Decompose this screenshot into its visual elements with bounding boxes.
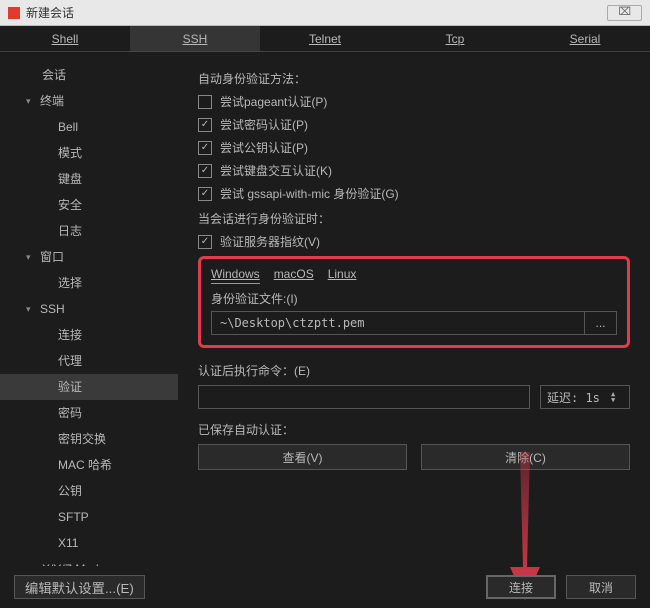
sidebar-item-machash[interactable]: MAC 哈希 [0, 452, 178, 478]
window-title: 新建会话 [26, 4, 607, 21]
check-keyboard[interactable]: ✓ 尝试键盘交互认证(K) [198, 162, 630, 179]
content-pane: 自动身份验证方法： 尝试pageant认证(P) ✓ 尝试密码认证(P) ✓ 尝… [178, 52, 650, 566]
tab-telnet[interactable]: Telnet [260, 26, 390, 51]
app-icon [8, 7, 20, 19]
edit-defaults-button[interactable]: 编辑默认设置...(E) [14, 575, 145, 599]
sidebar-item-mode[interactable]: 模式 [0, 140, 178, 166]
sidebar-item-auth[interactable]: 验证 [0, 374, 178, 400]
post-cmd-input[interactable] [198, 385, 530, 409]
checkbox-checked-icon: ✓ [198, 235, 212, 249]
sidebar-item-select[interactable]: 选择 [0, 270, 178, 296]
identity-file-input[interactable] [211, 311, 585, 335]
clear-button[interactable]: 清除(C) [421, 444, 630, 470]
tab-ssh[interactable]: SSH [130, 26, 260, 51]
check-password[interactable]: ✓ 尝试密码认证(P) [198, 116, 630, 133]
checkbox-checked-icon: ✓ [198, 118, 212, 132]
os-tabs: Windows macOS Linux [211, 267, 617, 284]
when-auth-label: 当会话进行身份验证时： [198, 210, 630, 227]
sidebar-item-sftp[interactable]: SFTP [0, 504, 178, 530]
check-gssapi[interactable]: ✓ 尝试 gssapi-with-mic 身份验证(G) [198, 185, 630, 202]
checkbox-checked-icon: ✓ [198, 164, 212, 178]
sidebar: 会话 ▾终端 Bell 模式 键盘 安全 日志 ▾窗口 选择 ▾SSH 连接 代… [0, 52, 178, 566]
auth-method-label: 自动身份验证方法： [198, 70, 630, 87]
delay-value: 延迟: 1s [547, 389, 600, 406]
sidebar-item-keyexchange[interactable]: 密钥交换 [0, 426, 178, 452]
connect-button[interactable]: 连接 [486, 575, 556, 599]
os-tab-macos[interactable]: macOS [274, 267, 314, 284]
sidebar-item-x11[interactable]: X11 [0, 530, 178, 556]
os-tab-linux[interactable]: Linux [328, 267, 357, 284]
tab-tcp[interactable]: Tcp [390, 26, 520, 51]
browse-button[interactable]: ... [585, 311, 617, 335]
titlebar: 新建会话 ⌧ [0, 0, 650, 26]
identity-file-label: 身份验证文件:(I) [211, 290, 617, 307]
checkbox-icon [198, 95, 212, 109]
post-cmd-label: 认证后执行命令：(E) [198, 362, 630, 379]
sidebar-item-proxy[interactable]: 代理 [0, 348, 178, 374]
sidebar-item-xyzmodem[interactable]: X/Y/Z Modem [0, 556, 178, 566]
chevron-down-icon: ▾ [26, 248, 36, 266]
sidebar-item-window[interactable]: ▾窗口 [0, 244, 178, 270]
check-pubkey[interactable]: ✓ 尝试公钥认证(P) [198, 139, 630, 156]
identity-file-group: Windows macOS Linux 身份验证文件:(I) ... [198, 256, 630, 348]
chevron-down-icon: ▾ [26, 92, 36, 110]
sidebar-item-security[interactable]: 安全 [0, 192, 178, 218]
sidebar-item-terminal[interactable]: ▾终端 [0, 88, 178, 114]
view-button[interactable]: 查看(V) [198, 444, 407, 470]
spinner-icon: ▲▼ [611, 391, 623, 403]
sidebar-item-keyboard[interactable]: 键盘 [0, 166, 178, 192]
tab-serial[interactable]: Serial [520, 26, 650, 51]
chevron-down-icon: ▾ [26, 300, 36, 318]
footer: 编辑默认设置...(E) 连接 取消 [0, 566, 650, 608]
sidebar-item-pubkey[interactable]: 公钥 [0, 478, 178, 504]
check-verify-fingerprint[interactable]: ✓ 验证服务器指纹(V) [198, 233, 630, 250]
sidebar-item-password[interactable]: 密码 [0, 400, 178, 426]
sidebar-item-bell[interactable]: Bell [0, 114, 178, 140]
sidebar-item-log[interactable]: 日志 [0, 218, 178, 244]
cancel-button[interactable]: 取消 [566, 575, 636, 599]
delay-stepper[interactable]: 延迟: 1s ▲▼ [540, 385, 630, 409]
checkbox-checked-icon: ✓ [198, 141, 212, 155]
saved-auth-label: 已保存自动认证： [198, 421, 630, 438]
sidebar-item-ssh[interactable]: ▾SSH [0, 296, 178, 322]
protocol-tabs: Shell SSH Telnet Tcp Serial [0, 26, 650, 52]
close-button[interactable]: ⌧ [607, 5, 642, 21]
os-tab-windows[interactable]: Windows [211, 267, 260, 284]
tab-shell[interactable]: Shell [0, 26, 130, 51]
checkbox-checked-icon: ✓ [198, 187, 212, 201]
sidebar-item-connect[interactable]: 连接 [0, 322, 178, 348]
check-pageant[interactable]: 尝试pageant认证(P) [198, 93, 630, 110]
sidebar-item-session[interactable]: 会话 [0, 62, 178, 88]
